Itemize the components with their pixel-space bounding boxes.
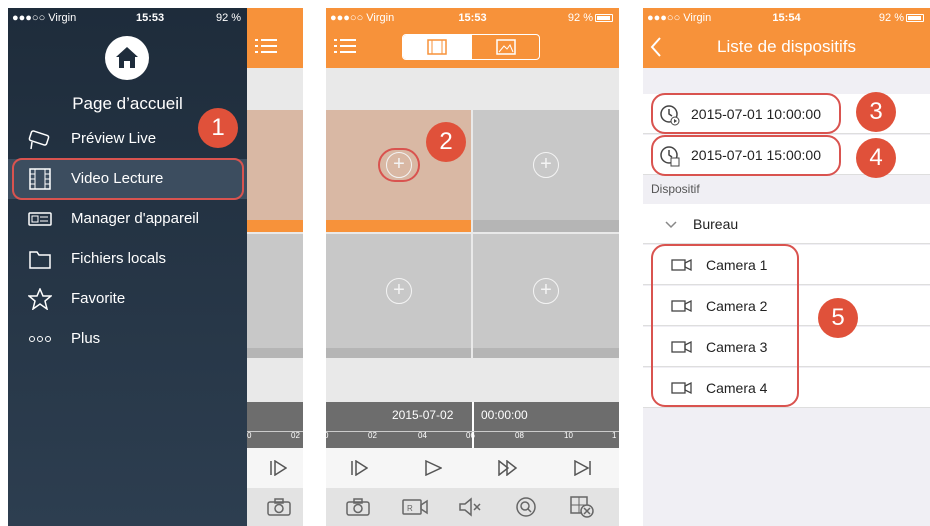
step-badge: 5 — [818, 298, 858, 338]
status-bar: ●●●○○ Virgin 15:53 92 % — [326, 8, 619, 28]
cell-status-bar — [473, 348, 619, 358]
svg-text:R: R — [407, 504, 413, 513]
battery-level: 92 % — [879, 12, 924, 24]
timeline[interactable]: 2015-07-02 00:00:00 0 02 04 06 08 10 1 — [326, 402, 619, 448]
star-icon — [26, 287, 54, 311]
record-video-icon[interactable]: R — [402, 498, 428, 521]
view-segment-control — [402, 34, 540, 60]
tool-bar — [247, 488, 303, 526]
tool-bar: R — [326, 488, 619, 526]
device-group-name: Bureau — [693, 216, 739, 232]
highlight-outline — [651, 93, 841, 134]
video-cell[interactable]: + — [473, 234, 619, 348]
play-icon[interactable] — [424, 459, 443, 481]
tick-label: 0 — [247, 431, 252, 440]
status-bar: ●●●○○ Virgin 15:54 92 % — [643, 8, 930, 28]
cell-status-bar — [326, 220, 471, 232]
timeline-time: 00:00:00 — [481, 408, 528, 422]
folder-icon — [28, 248, 52, 270]
search-playback-icon[interactable] — [514, 496, 538, 523]
camera-snapshot-icon[interactable] — [267, 498, 291, 521]
playback-controls — [247, 448, 303, 488]
step-badge: 1 — [198, 108, 238, 148]
add-channel-icon[interactable]: + — [533, 152, 559, 178]
fast-forward-icon[interactable] — [498, 459, 518, 481]
app-header: ●●●○○ Virgin 15:53 92 % — [326, 8, 619, 68]
add-channel-icon[interactable]: + — [533, 278, 559, 304]
clock: 15:53 — [136, 12, 165, 24]
menu-item-favorite[interactable]: Favorite — [8, 279, 247, 319]
side-drawer: ●●●○○ Virgin 15:53 92 % Page d’accueil P… — [8, 8, 247, 526]
menu-item-label: Fichiers locals — [71, 250, 167, 267]
video-cell[interactable] — [247, 234, 303, 348]
cell-status-bar — [326, 348, 471, 358]
timeline-cursor[interactable] — [472, 402, 474, 448]
step-badge: 2 — [426, 122, 466, 162]
highlight-outline — [651, 135, 841, 176]
step-badge: 4 — [856, 138, 896, 178]
tick-label: 1 — [612, 431, 617, 440]
phone-screen-device-list: ●●●○○ Virgin 15:54 92 % Liste de disposi… — [643, 8, 930, 526]
dvr-device-icon — [28, 208, 52, 230]
menu-item-local-files[interactable]: Fichiers locals — [8, 239, 247, 279]
skip-end-icon[interactable] — [574, 459, 592, 481]
timeline[interactable]: 0 02 — [247, 402, 303, 448]
mute-icon[interactable] — [458, 497, 482, 522]
cctv-camera-icon — [28, 128, 52, 150]
menu-item-label: Préview Live — [71, 130, 157, 147]
nav-bar: ●●●○○ Virgin 15:54 92 % Liste de disposi… — [643, 8, 930, 68]
menu-item-device-manager[interactable]: Manager d'appareil — [8, 199, 247, 239]
list-menu-icon[interactable] — [255, 38, 277, 54]
timeline-date: 2015-07-02 — [392, 408, 454, 422]
status-bar: ●●●○○ Virgin 15:53 92 % — [8, 8, 247, 28]
chevron-down-icon — [665, 217, 677, 233]
phone-screen-playback: ●●●○○ Virgin 15:53 92 % + + + + 2 2015-0… — [326, 8, 619, 526]
cell-status-bar — [247, 348, 303, 358]
video-cell[interactable]: + — [326, 234, 471, 348]
battery-level: 92 % — [568, 12, 613, 24]
app-header — [247, 8, 303, 68]
tick-label: 04 — [418, 431, 427, 440]
tick-label: 02 — [368, 431, 377, 440]
battery-level: 92 % — [216, 12, 242, 24]
tick-label: 08 — [515, 431, 524, 440]
cell-status-bar — [247, 220, 303, 232]
video-cell[interactable]: + — [473, 110, 619, 220]
menu-item-label: Manager d'appareil — [71, 210, 199, 227]
carrier: ●●●○○ Virgin — [12, 12, 77, 24]
tick-label: 02 — [291, 431, 300, 440]
cell-status-bar — [473, 220, 619, 232]
device-group-row[interactable]: Bureau — [643, 204, 930, 244]
step-forward-icon[interactable] — [269, 459, 288, 481]
add-channel-icon[interactable]: + — [386, 278, 412, 304]
highlight-outline — [378, 148, 420, 182]
tick-label: 0 — [326, 431, 329, 440]
video-cell-selected[interactable] — [247, 110, 303, 220]
menu-item-more[interactable]: Plus — [8, 319, 247, 359]
step-forward-icon[interactable] — [350, 459, 369, 481]
segment-image[interactable] — [472, 35, 539, 59]
playback-controls — [326, 448, 619, 488]
phone-screen-menu: 0 02 ●●●○○ Virgin 15:53 92 % Page d’accu… — [8, 8, 303, 526]
home-icon[interactable] — [105, 36, 149, 80]
list-menu-icon[interactable] — [334, 38, 356, 59]
highlight-outline — [651, 244, 799, 407]
section-header: Dispositif — [651, 182, 700, 196]
tick-label: 10 — [564, 431, 573, 440]
segment-video[interactable] — [403, 35, 472, 59]
page-title: Liste de dispositifs — [717, 37, 856, 56]
step-badge: 3 — [856, 92, 896, 132]
tick-label: 06 — [466, 431, 475, 440]
close-grid-icon[interactable] — [570, 496, 594, 523]
camera-snapshot-icon[interactable] — [346, 498, 370, 521]
highlight-outline — [12, 158, 244, 200]
menu-item-label: Plus — [71, 330, 101, 347]
menu-item-label: Favorite — [71, 290, 126, 307]
more-dots-icon — [28, 328, 52, 350]
